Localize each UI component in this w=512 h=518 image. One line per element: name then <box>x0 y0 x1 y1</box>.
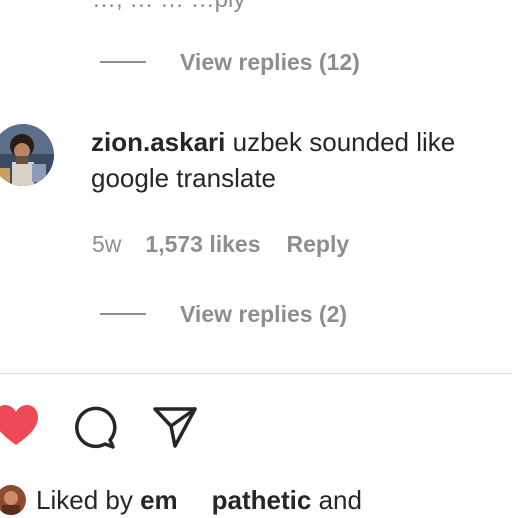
liker-avatar[interactable] <box>0 485 26 515</box>
view-replies-label: View replies (2) <box>180 300 348 327</box>
view-replies-button[interactable]: View replies (12) <box>100 47 360 77</box>
heart-filled-icon[interactable] <box>0 403 38 449</box>
reply-thread-line <box>100 313 146 315</box>
liked-by-suffix: and <box>318 484 362 515</box>
comment-meta: 5w 1,573 likes Reply <box>92 228 349 260</box>
comment-bubble-icon[interactable] <box>72 404 118 450</box>
avatar-image <box>0 124 54 186</box>
reply-thread-line <box>100 61 146 63</box>
liked-by-row: Liked by em pathetic and <box>0 482 362 518</box>
liker-username-1[interactable]: em <box>140 485 178 516</box>
clipped-previous-meta: …, … … …ply <box>92 0 245 14</box>
comment-timestamp: 5w <box>92 230 122 257</box>
divider <box>0 373 512 374</box>
reply-button[interactable]: Reply <box>287 231 350 258</box>
view-replies-label: View replies (12) <box>180 48 360 75</box>
liked-by-prefix: Liked by <box>36 484 133 515</box>
paper-plane-icon[interactable] <box>152 404 198 450</box>
liker-username-2[interactable]: pathetic <box>212 485 312 516</box>
comment-body: zion.askari uzbek sounded like google tr… <box>91 124 501 196</box>
comment-likes-count[interactable]: 1,573 likes <box>145 231 260 258</box>
comment-username[interactable]: zion.askari <box>91 127 225 157</box>
view-replies-button-2[interactable]: View replies (2) <box>100 299 347 329</box>
avatar[interactable] <box>0 124 54 186</box>
